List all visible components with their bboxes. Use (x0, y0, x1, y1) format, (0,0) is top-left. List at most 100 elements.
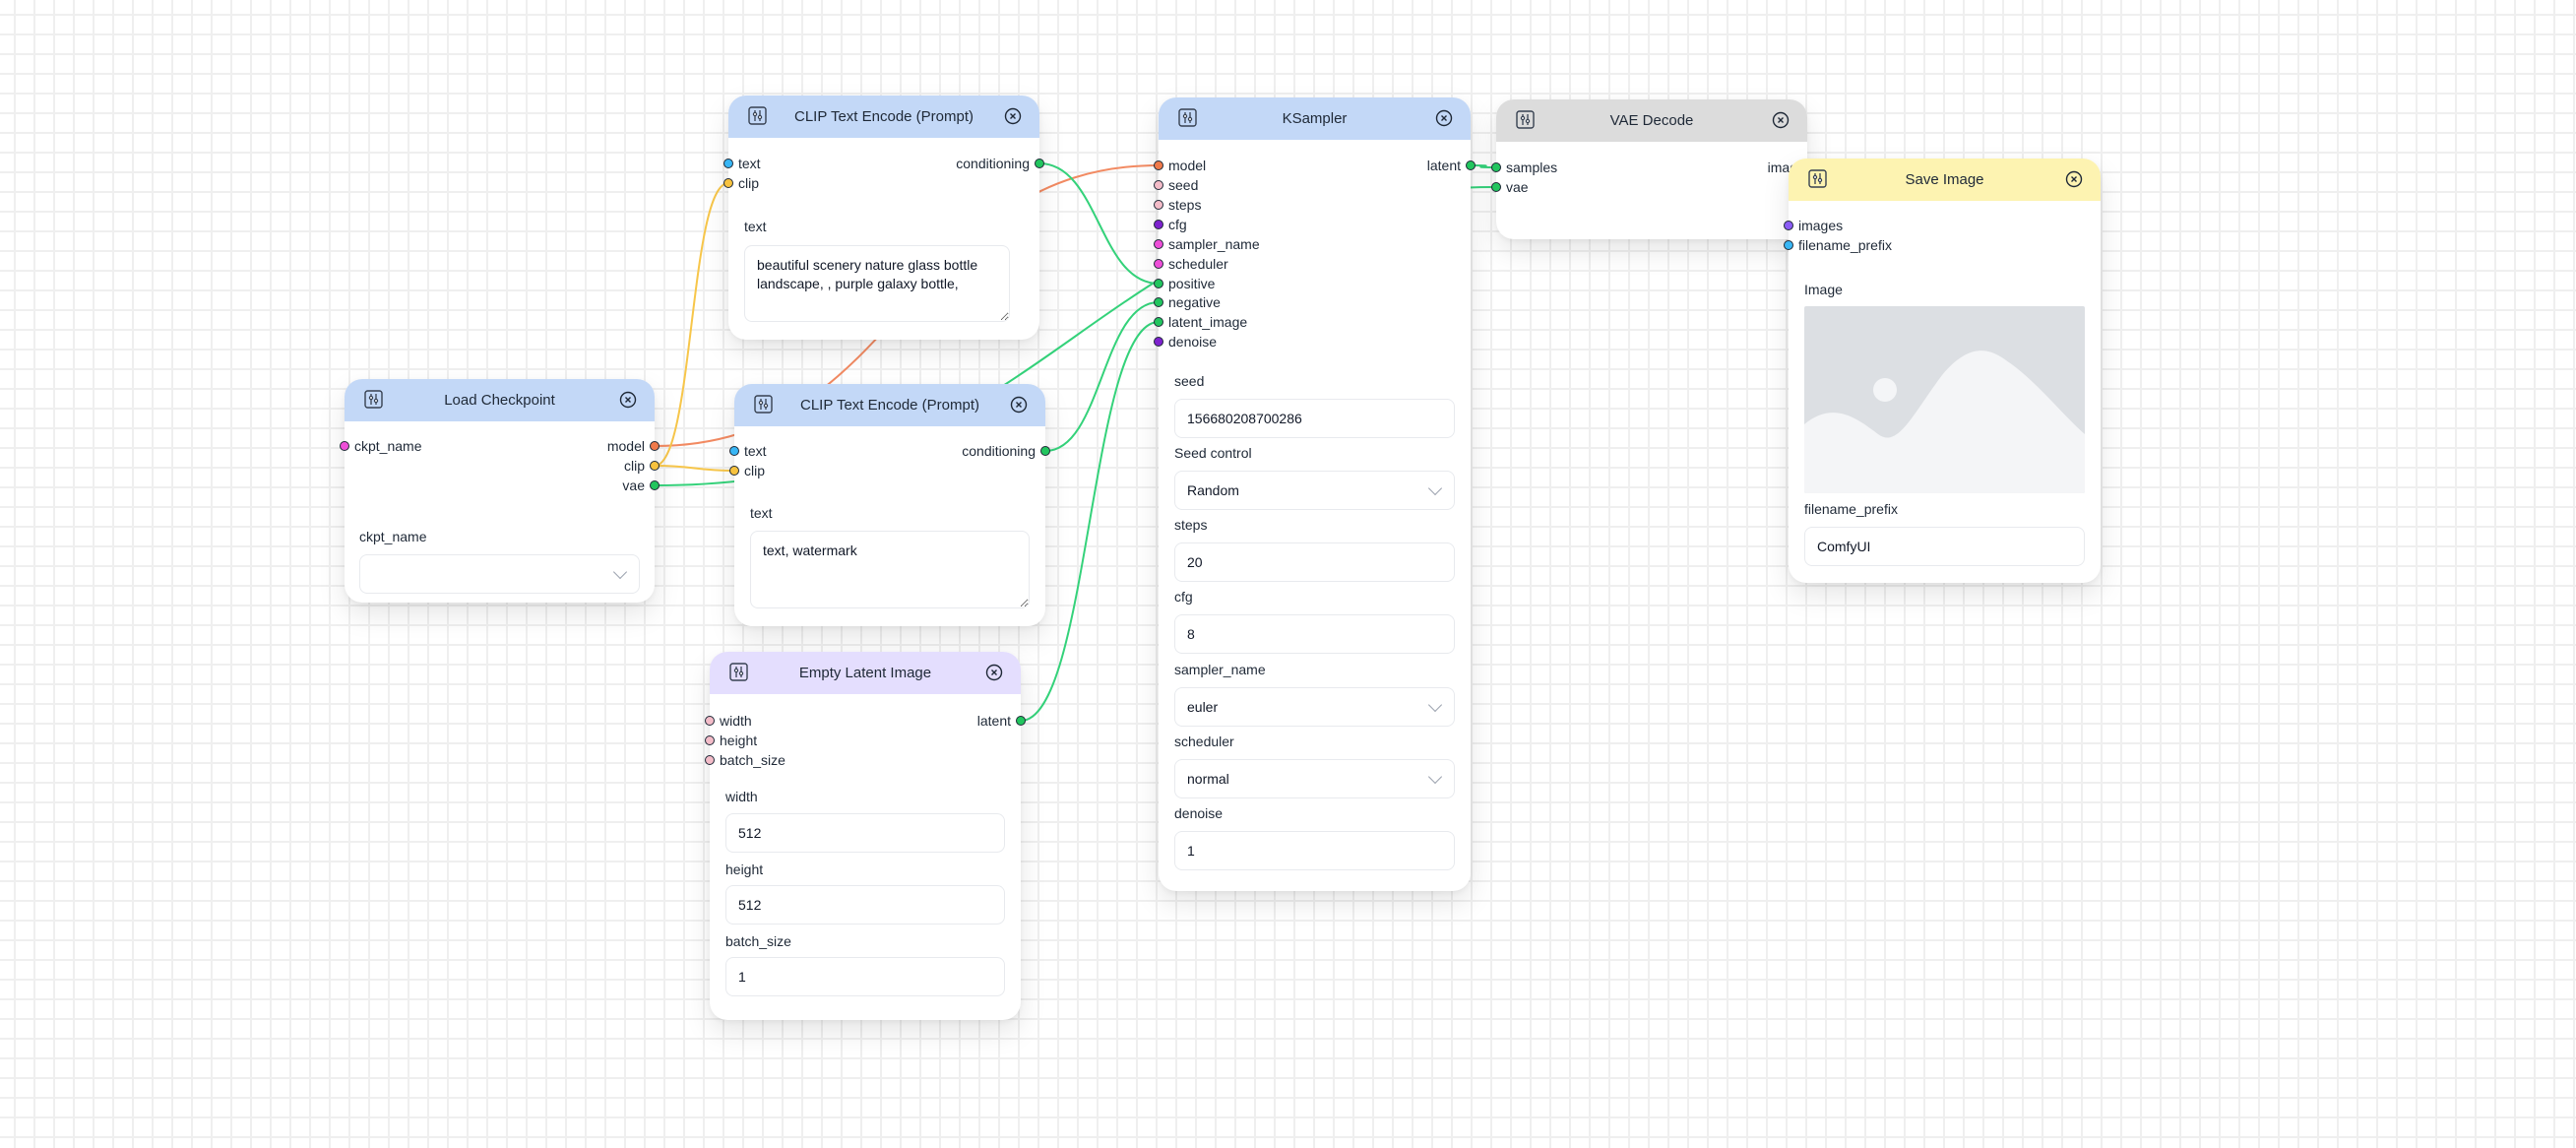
filename-prefix-input[interactable]: ComfyUI (1804, 527, 2085, 566)
batch-size-input[interactable]: 1 (725, 957, 1005, 996)
port-dot[interactable] (1154, 220, 1163, 229)
port-dot[interactable] (1154, 279, 1163, 288)
close-circle-icon[interactable] (1435, 109, 1453, 127)
output-port-latent[interactable]: latent (1427, 156, 1476, 175)
close-circle-icon[interactable] (1772, 111, 1790, 129)
input-port-text[interactable]: text (729, 441, 767, 461)
port-dot[interactable] (1154, 337, 1163, 347)
port-dot[interactable] (1035, 159, 1044, 168)
sliders-icon[interactable] (729, 663, 748, 681)
sliders-icon[interactable] (1516, 110, 1535, 129)
input-port-clip[interactable]: clip (723, 173, 759, 193)
input-port-ckpt-name[interactable]: ckpt_name (340, 436, 421, 456)
output-port-model[interactable]: model (607, 436, 660, 456)
input-port-latent-image[interactable]: latent_image (1154, 312, 1247, 332)
node-header[interactable]: Load Checkpoint (345, 379, 655, 421)
node-clip-text-encode-negative[interactable]: CLIP Text Encode (Prompt) text clip cond… (729, 384, 1050, 626)
close-circle-icon[interactable] (1010, 396, 1028, 414)
denoise-input[interactable]: 1 (1174, 831, 1455, 870)
sliders-icon[interactable] (1178, 108, 1197, 127)
node-header[interactable]: CLIP Text Encode (Prompt) (734, 384, 1045, 426)
ckpt-name-select[interactable] (359, 554, 640, 594)
node-empty-latent-image[interactable]: Empty Latent Image width height batch_si… (705, 652, 1026, 1020)
input-port-vae[interactable]: vae (1491, 177, 1529, 197)
input-port-negative[interactable]: negative (1154, 292, 1221, 312)
input-port-steps[interactable]: steps (1154, 195, 1201, 215)
seed-control-select[interactable]: Random (1174, 471, 1455, 510)
node-header[interactable]: CLIP Text Encode (Prompt) (728, 96, 1039, 138)
node-save-image[interactable]: Save Image images filename_prefix Image … (1784, 159, 2101, 583)
node-header[interactable]: Empty Latent Image (710, 652, 1021, 694)
node-load-checkpoint[interactable]: Load Checkpoint ckpt_name model clip vae… (340, 379, 660, 603)
sliders-icon[interactable] (748, 106, 767, 125)
port-dot[interactable] (650, 441, 660, 451)
port-dot[interactable] (1154, 259, 1163, 269)
input-port-scheduler[interactable]: scheduler (1154, 254, 1228, 274)
port-dot[interactable] (729, 446, 739, 456)
output-port-conditioning[interactable]: conditioning (962, 441, 1050, 461)
wire-negative-conditioning[interactable] (1044, 301, 1160, 452)
output-port-latent[interactable]: latent (977, 711, 1026, 731)
input-port-height[interactable]: height (705, 731, 757, 750)
close-circle-icon[interactable] (985, 664, 1003, 681)
sliders-icon[interactable] (1808, 169, 1827, 188)
close-circle-icon[interactable] (2065, 170, 2083, 188)
input-port-batch-size[interactable]: batch_size (705, 750, 785, 770)
node-header[interactable]: KSampler (1159, 97, 1471, 140)
port-dot[interactable] (1154, 297, 1163, 307)
port-dot[interactable] (1784, 221, 1793, 230)
port-dot[interactable] (705, 755, 715, 765)
input-port-seed[interactable]: seed (1154, 175, 1198, 195)
steps-input[interactable]: 20 (1174, 542, 1455, 582)
close-circle-icon[interactable] (619, 391, 637, 409)
input-port-samples[interactable]: samples (1491, 158, 1557, 177)
port-dot[interactable] (729, 466, 739, 476)
port-dot[interactable] (705, 735, 715, 745)
port-dot[interactable] (1466, 160, 1476, 170)
port-dot[interactable] (705, 716, 715, 726)
prompt-textarea[interactable]: text, watermark (750, 531, 1030, 608)
node-header[interactable]: Save Image (1789, 159, 2101, 201)
node-header[interactable]: VAE Decode (1496, 99, 1807, 142)
wire-clip-negative[interactable] (654, 465, 735, 472)
node-vae-decode[interactable]: VAE Decode samples vae imag (1491, 99, 1807, 239)
port-dot[interactable] (650, 480, 660, 490)
port-dot[interactable] (1016, 716, 1026, 726)
sliders-icon[interactable] (364, 390, 383, 409)
seed-input[interactable]: 156680208700286 (1174, 399, 1455, 438)
port-dot[interactable] (1154, 239, 1163, 249)
input-port-clip[interactable]: clip (729, 461, 765, 480)
wire-positive-conditioning[interactable] (1038, 162, 1160, 285)
input-port-cfg[interactable]: cfg (1154, 215, 1187, 234)
wire-clip-positive[interactable] (654, 182, 729, 467)
port-dot[interactable] (723, 159, 733, 168)
node-clip-text-encode-positive[interactable]: CLIP Text Encode (Prompt) text clip cond… (723, 96, 1044, 340)
height-input[interactable]: 512 (725, 885, 1005, 925)
output-port-conditioning[interactable]: conditioning (956, 154, 1044, 173)
scheduler-select[interactable]: normal (1174, 759, 1455, 798)
input-port-model[interactable]: model (1154, 156, 1206, 175)
port-dot[interactable] (1491, 162, 1501, 172)
port-dot[interactable] (1154, 180, 1163, 190)
close-circle-icon[interactable] (1004, 107, 1022, 125)
input-port-text[interactable]: text (723, 154, 761, 173)
input-port-images[interactable]: images (1784, 216, 1843, 235)
sampler-name-select[interactable]: euler (1174, 687, 1455, 727)
port-dot[interactable] (650, 461, 660, 471)
output-port-clip[interactable]: clip (624, 456, 660, 476)
port-dot[interactable] (1784, 240, 1793, 250)
sliders-icon[interactable] (754, 395, 773, 414)
port-dot[interactable] (340, 441, 349, 451)
port-dot[interactable] (1154, 160, 1163, 170)
port-dot[interactable] (723, 178, 733, 188)
width-input[interactable]: 512 (725, 813, 1005, 853)
node-ksampler[interactable]: KSampler model seed steps cfg sampler_na… (1154, 97, 1476, 891)
input-port-width[interactable]: width (705, 711, 752, 731)
input-port-filename-prefix[interactable]: filename_prefix (1784, 235, 1892, 255)
port-dot[interactable] (1491, 182, 1501, 192)
input-port-sampler-name[interactable]: sampler_name (1154, 234, 1260, 254)
port-dot[interactable] (1040, 446, 1050, 456)
output-port-vae[interactable]: vae (622, 476, 660, 495)
input-port-denoise[interactable]: denoise (1154, 332, 1217, 351)
port-dot[interactable] (1154, 317, 1163, 327)
